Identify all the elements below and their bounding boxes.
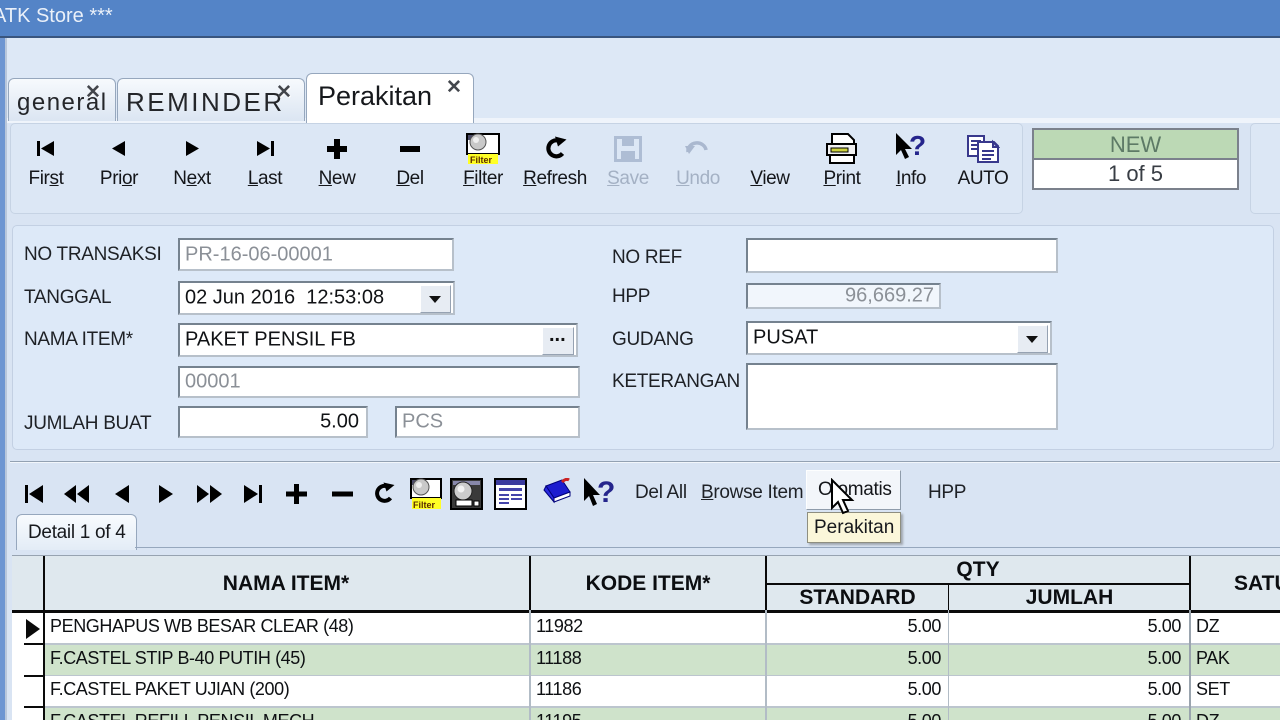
- svg-text:Filter: Filter: [470, 155, 493, 165]
- svg-text:Filter: Filter: [413, 500, 436, 510]
- svg-text:?: ?: [597, 478, 615, 509]
- svg-text:?: ?: [909, 133, 926, 161]
